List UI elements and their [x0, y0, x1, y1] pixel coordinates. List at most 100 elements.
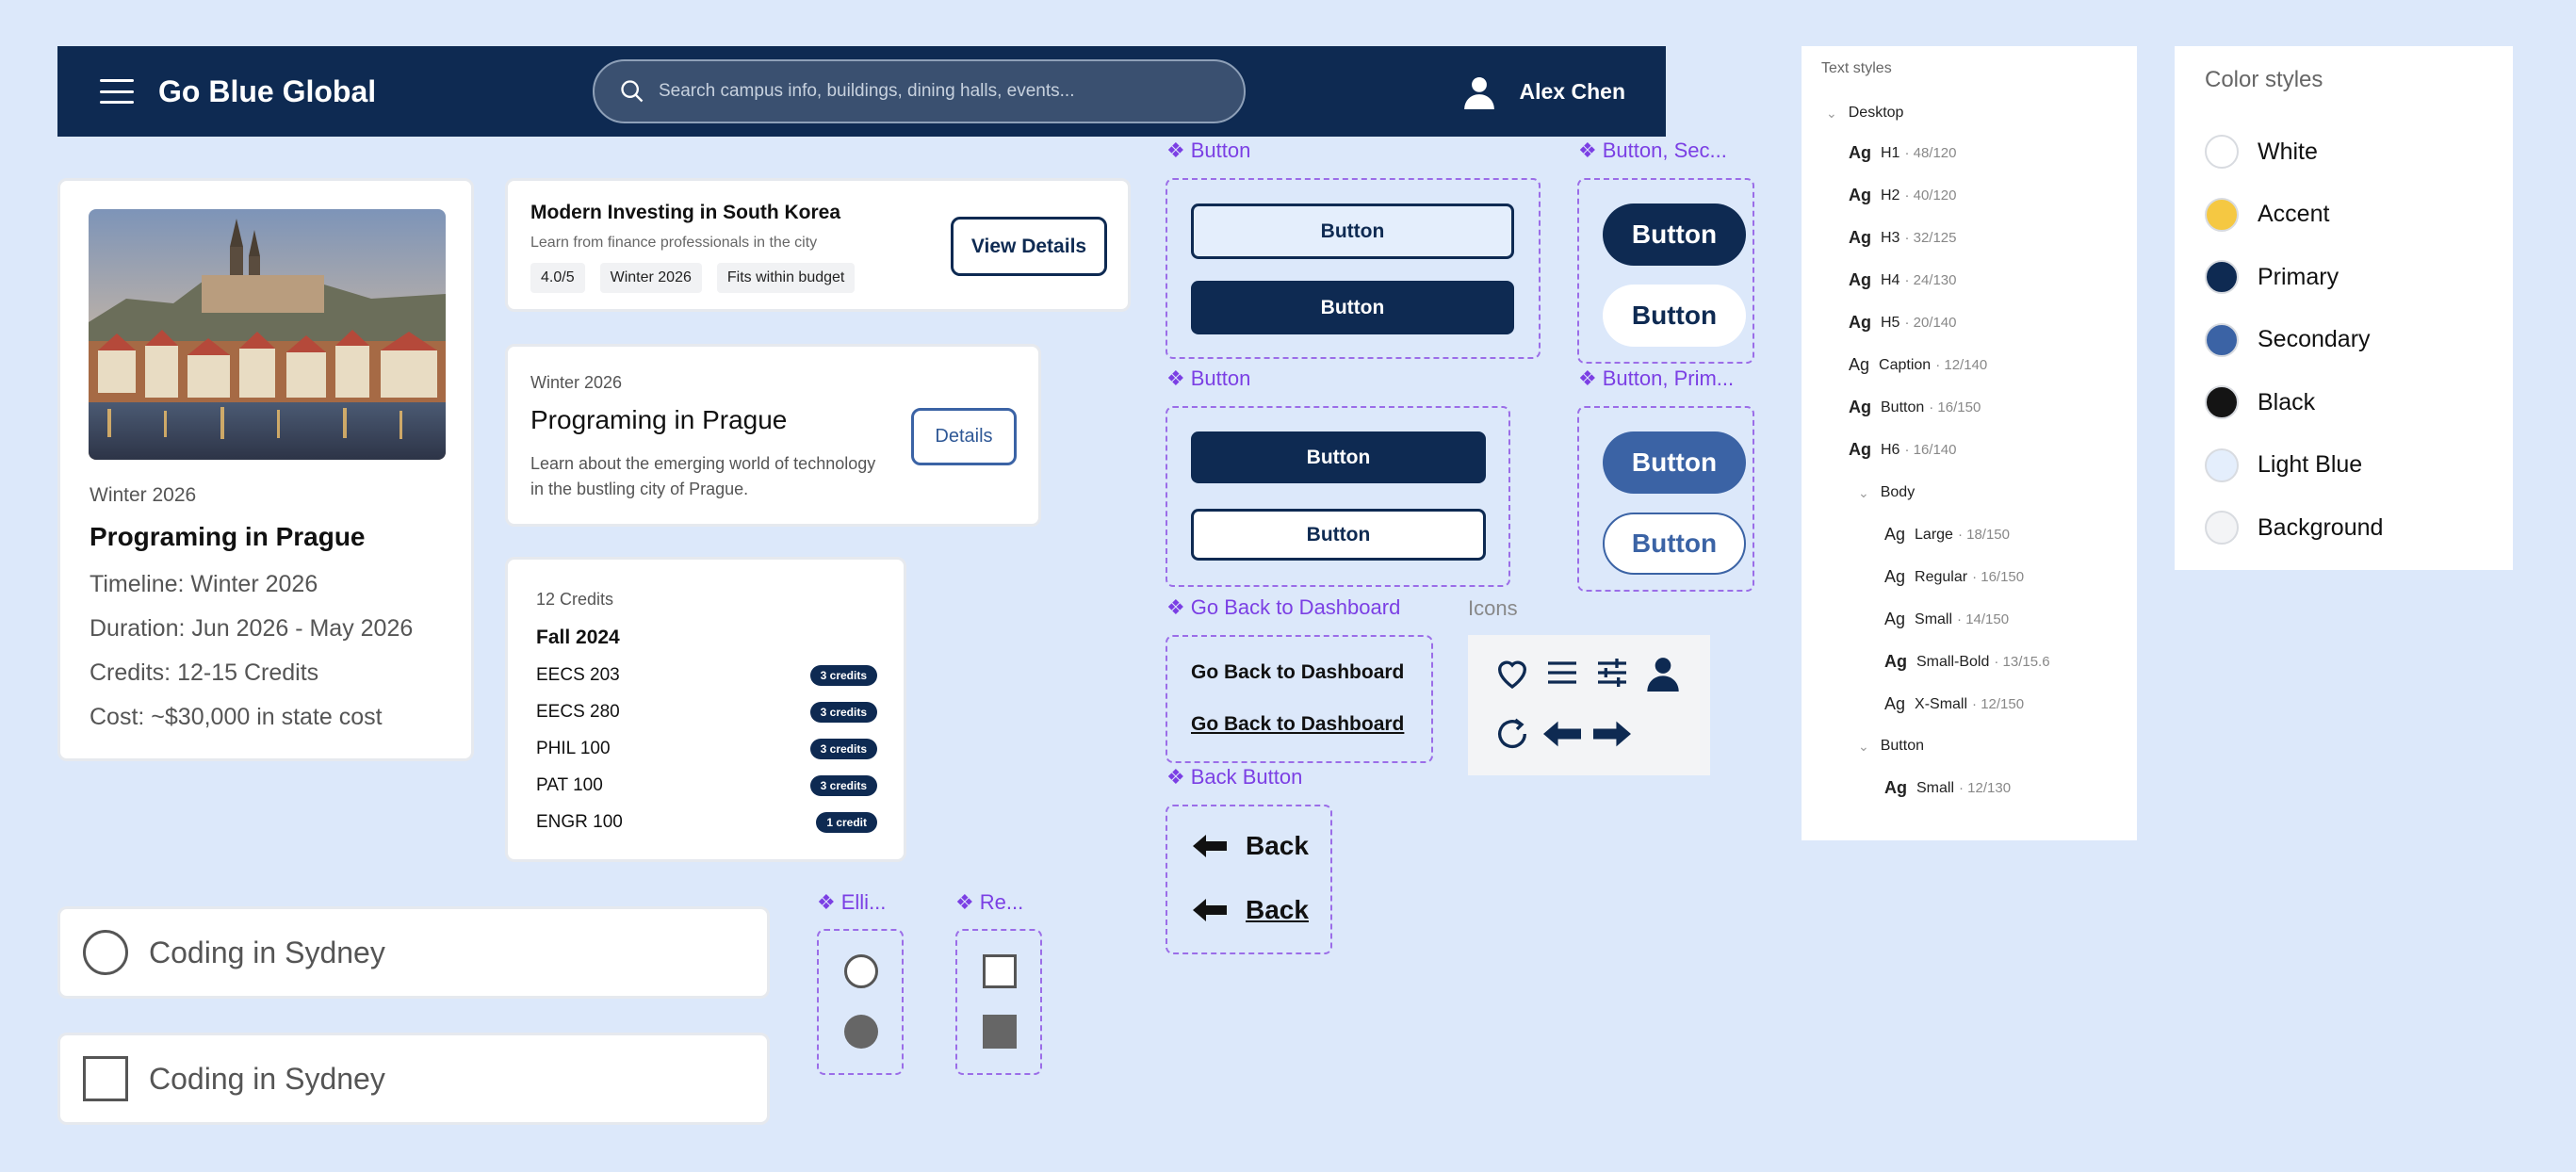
color-style-row[interactable]: Light Blue	[2205, 448, 2362, 482]
text-style-meta: · 20/140	[1904, 315, 1957, 331]
primary-button[interactable]: Button	[1191, 281, 1514, 334]
text-style-row[interactable]: Ag H5 · 20/140	[1849, 313, 1957, 333]
text-style-sample: Ag	[1849, 313, 1871, 332]
radio-checked[interactable]	[844, 1015, 878, 1049]
color-style-row[interactable]: Secondary	[2205, 322, 2371, 357]
button-component-label: ❖ Button	[1166, 366, 1251, 390]
heart-icon[interactable]	[1493, 654, 1531, 692]
text-style-sample: Ag	[1884, 610, 1906, 628]
user-menu[interactable]: Alex Chen	[1461, 46, 1625, 137]
text-style-sample: Ag	[1884, 567, 1906, 586]
text-style-row[interactable]: Ag H3 · 32/125	[1849, 228, 1957, 248]
text-style-row[interactable]: Ag Small · 12/130	[1884, 778, 2011, 798]
text-style-meta: · 12/150	[1972, 696, 2025, 712]
course-row: EECS 203 3 credits	[536, 663, 877, 688]
text-style-row[interactable]: Ag H1 · 48/120	[1849, 143, 1957, 163]
button-group[interactable]: ⌄ Button	[1858, 738, 1924, 755]
text-style-row[interactable]: Ag Small-Bold · 13/15.6	[1884, 652, 2050, 672]
text-style-sample: Ag	[1884, 778, 1907, 797]
details-button[interactable]: Details	[911, 408, 1017, 465]
color-style-row[interactable]: Black	[2205, 385, 2315, 419]
menu-icon[interactable]	[1543, 654, 1581, 692]
refresh-icon[interactable]	[1493, 715, 1531, 753]
radio-option-card[interactable]: Coding in Sydney	[57, 906, 770, 999]
color-swatch	[2205, 260, 2239, 294]
go-back-link[interactable]: Go Back to Dashboard	[1191, 661, 1404, 684]
text-style-sample: Ag	[1884, 694, 1906, 713]
view-details-button[interactable]: View Details	[951, 217, 1107, 276]
outline-button[interactable]: Button	[1191, 509, 1486, 561]
semester-title: Fall 2024	[536, 627, 620, 648]
search-input[interactable]	[659, 81, 1186, 102]
arrow-right-icon[interactable]	[1593, 720, 1631, 748]
body-group[interactable]: ⌄ Body	[1858, 484, 1915, 501]
pill-secondary-button[interactable]: Button	[1603, 431, 1746, 494]
program-card-prague[interactable]: Winter 2026 Programing in Prague Timelin…	[57, 178, 474, 761]
credit-badge: 3 credits	[809, 665, 877, 686]
text-style-row[interactable]: Ag H6 · 16/140	[1849, 440, 1957, 460]
option-label: Coding in Sydney	[149, 1061, 385, 1096]
text-style-name: Caption	[1879, 356, 1932, 373]
text-style-meta: · 16/150	[1929, 399, 1981, 415]
primary-button[interactable]: Button	[1191, 431, 1486, 483]
text-style-meta: · 32/125	[1904, 230, 1957, 246]
program-timeline: Timeline: Winter 2026	[90, 571, 318, 597]
pill-primary-button[interactable]: Button	[1603, 203, 1746, 266]
program-card-investing[interactable]: Modern Investing in South Korea Learn fr…	[505, 178, 1131, 312]
user-icon[interactable]	[1644, 654, 1682, 692]
text-style-sample: Ag	[1849, 355, 1870, 374]
checkbox-unchecked[interactable]	[983, 954, 1017, 988]
text-style-name: H2	[1881, 187, 1900, 203]
back-button-hover[interactable]: Back	[1193, 895, 1309, 925]
sliders-icon[interactable]	[1593, 654, 1631, 692]
color-style-row[interactable]: Primary	[2205, 260, 2339, 294]
color-style-row[interactable]: White	[2205, 135, 2318, 169]
radio-button[interactable]	[83, 930, 128, 975]
text-style-row[interactable]: Ag Regular · 16/150	[1884, 567, 2024, 587]
course-name: EECS 203	[536, 665, 620, 685]
text-style-name: H6	[1881, 441, 1900, 458]
arrow-left-icon	[1193, 835, 1227, 857]
component-diamond-icon: ❖	[1578, 138, 1597, 162]
go-back-link-hover[interactable]: Go Back to Dashboard	[1191, 713, 1404, 736]
color-style-row[interactable]: Accent	[2205, 197, 2329, 232]
color-name: Light Blue	[2258, 451, 2363, 478]
text-style-row[interactable]: Ag Small · 14/150	[1884, 610, 2009, 629]
light-button[interactable]: Button	[1191, 203, 1514, 259]
text-style-row[interactable]: Ag H2 · 40/120	[1849, 186, 1957, 205]
text-style-row[interactable]: Ag Button · 16/150	[1849, 398, 1981, 417]
desktop-group[interactable]: ⌄ Desktop	[1826, 105, 1903, 122]
pill-outline-button[interactable]: Button	[1603, 513, 1746, 575]
radio-unchecked[interactable]	[844, 954, 878, 988]
color-swatch	[2205, 322, 2239, 357]
color-style-row[interactable]: Background	[2205, 511, 2383, 545]
text-style-row[interactable]: Ag Caption · 12/140	[1849, 355, 1987, 375]
search-bar[interactable]	[593, 59, 1246, 123]
text-styles-panel: Text styles ⌄ Desktop Ag H1 · 48/120 Ag H2 · 4…	[1802, 46, 2137, 840]
color-name: Background	[2258, 513, 2384, 541]
arrow-left-icon[interactable]	[1543, 720, 1581, 748]
program-credits: Credits: 12-15 Credits	[90, 659, 319, 686]
search-icon	[621, 80, 644, 103]
program-card-prague-compact[interactable]: Winter 2026 Programing in Prague Learn a…	[505, 344, 1041, 527]
text-style-name: H1	[1881, 144, 1900, 161]
user-icon	[1463, 76, 1494, 109]
budget-tag: Fits within budget	[716, 263, 856, 293]
checkbox-option-card[interactable]: Coding in Sydney	[57, 1033, 770, 1125]
color-swatch	[2205, 385, 2239, 419]
text-style-row[interactable]: Ag H4 · 24/130	[1849, 270, 1957, 290]
text-style-row[interactable]: Ag Large · 18/150	[1884, 525, 2010, 545]
course-row: PAT 100 3 credits	[536, 773, 877, 798]
tag-list: 4.0/5 Winter 2026 Fits within budget	[530, 263, 856, 293]
text-style-row[interactable]: Ag X-Small · 12/150	[1884, 694, 2024, 714]
program-subtitle: Learn from finance professionals in the …	[530, 235, 818, 251]
button-secondary-set: Button Button	[1577, 178, 1754, 364]
button-component-label: ❖ Button	[1166, 138, 1251, 162]
checkbox-checked[interactable]	[983, 1015, 1017, 1049]
text-style-sample: Ag	[1849, 398, 1871, 416]
text-style-meta: · 12/140	[1935, 357, 1988, 373]
pill-white-button[interactable]: Button	[1603, 285, 1746, 347]
back-button[interactable]: Back	[1193, 831, 1309, 861]
hamburger-menu-icon[interactable]	[100, 79, 134, 104]
checkbox[interactable]	[83, 1056, 128, 1101]
